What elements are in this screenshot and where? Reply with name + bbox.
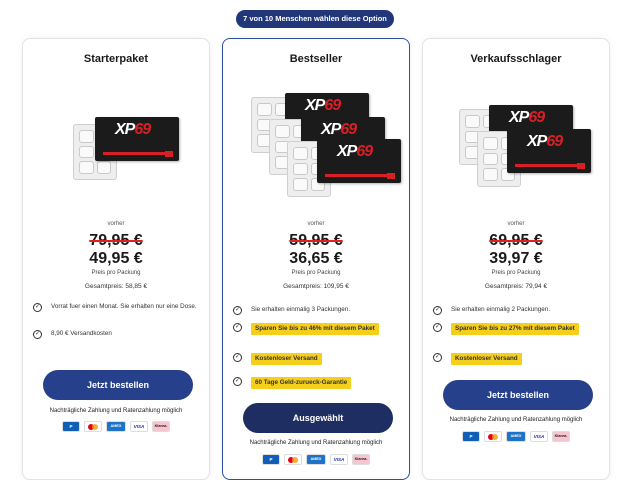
feature-item: ✓ Kostenloser Versand	[233, 353, 399, 365]
feature-item: ✓ Sparen Sie bis zu 46% mit diesem Paket	[233, 323, 399, 335]
package-title: Bestseller	[289, 53, 343, 65]
mastercard-icon	[484, 431, 502, 442]
check-icon: ✓	[233, 353, 242, 362]
old-price: 69,95 €	[489, 232, 543, 249]
price-per-pack-label: Preis pro Packung	[91, 270, 141, 276]
old-price: 79,95 €	[89, 232, 143, 249]
payment-note: Nachträgliche Zahlung und Ratenzahlung m…	[249, 440, 383, 446]
feature-item: ✓ 8,90 € Versandkosten	[33, 330, 112, 339]
feature-item: ✓ Vorrat fuer einen Monat. Sie erhalten …	[33, 303, 197, 312]
order-button[interactable]: Jetzt bestellen	[443, 380, 593, 410]
price-per-pack-label: Preis pro Packung	[491, 270, 541, 276]
new-price: 36,65 €	[289, 250, 343, 267]
old-price: 59,95 €	[289, 232, 343, 249]
package-title: Verkaufsschlager	[470, 53, 562, 65]
new-price: 39,97 €	[489, 250, 543, 267]
mastercard-icon	[84, 421, 102, 432]
payment-icons: P AMEX VISA Klarna.	[423, 431, 609, 442]
check-icon: ✓	[233, 323, 242, 332]
previous-price-label: vorher	[107, 221, 125, 227]
klarna-icon: Klarna.	[352, 454, 370, 465]
amex-icon: AMEX	[506, 431, 526, 442]
feature-item: ✓ Sie erhalten einmalig 3 Packungen.	[233, 306, 351, 315]
visa-icon: VISA	[130, 421, 148, 432]
payment-note: Nachträgliche Zahlung und Ratenzahlung m…	[49, 408, 183, 414]
visa-icon: VISA	[330, 454, 348, 465]
paypal-icon: P	[462, 431, 480, 442]
package-card-bestseller: Bestseller XP69 XP69 XP69 vorher 59,95 €…	[222, 38, 410, 480]
product-image: XP69 XP69	[423, 79, 609, 219]
new-price: 49,95 €	[89, 250, 143, 267]
check-icon: ✓	[33, 330, 42, 339]
check-icon: ✓	[433, 306, 442, 315]
feature-item: ✓ 60 Tage Geld-zurueck-Garantie	[233, 377, 399, 389]
package-card-verkaufsschlager: Verkaufsschlager XP69 XP69 vorher 69,95 …	[422, 38, 610, 480]
amex-icon: AMEX	[106, 421, 126, 432]
feature-item: ✓ Kostenloser Versand	[433, 353, 599, 365]
order-button[interactable]: Jetzt bestellen	[43, 370, 193, 400]
product-image: XP69	[23, 79, 209, 219]
price-per-pack-label: Preis pro Packung	[291, 270, 341, 276]
check-icon: ✓	[33, 303, 42, 312]
previous-price-label: vorher	[307, 221, 325, 227]
check-icon: ✓	[433, 353, 442, 362]
visa-icon: VISA	[530, 431, 548, 442]
package-card-starter: Starterpaket XP69 vorher 79,95 € 49,95 €…	[22, 38, 210, 480]
popular-option-banner: 7 von 10 Menschen wählen diese Option	[236, 10, 394, 28]
check-icon: ✓	[233, 306, 242, 315]
product-box: XP69	[95, 117, 179, 161]
payment-note: Nachträgliche Zahlung und Ratenzahlung m…	[449, 417, 583, 423]
paypal-icon: P	[262, 454, 280, 465]
total-price: Gesamtpreis: 109,95 €	[283, 283, 349, 290]
check-icon: ✓	[433, 323, 442, 332]
payment-icons: P AMEX VISA Klarna.	[23, 421, 209, 432]
total-price: Gesamtpreis: 79,94 €	[484, 283, 548, 290]
payment-icons: P AMEX VISA Klarna.	[223, 454, 409, 465]
check-icon: ✓	[233, 377, 242, 386]
product-image: XP69 XP69 XP69	[223, 79, 409, 219]
feature-item: ✓ Sie erhalten einmalig 2 Packungen.	[433, 306, 551, 315]
feature-item: ✓ Sparen Sie bis zu 27% mit diesem Paket	[433, 323, 599, 335]
klarna-icon: Klarna.	[152, 421, 170, 432]
total-price: Gesamtpreis: 58,85 €	[84, 283, 148, 290]
selected-button[interactable]: Ausgewählt	[243, 403, 393, 433]
package-title: Starterpaket	[83, 53, 149, 65]
mastercard-icon	[284, 454, 302, 465]
klarna-icon: Klarna.	[552, 431, 570, 442]
product-box: XP69	[507, 129, 591, 173]
product-box: XP69	[317, 139, 401, 183]
paypal-icon: P	[62, 421, 80, 432]
amex-icon: AMEX	[306, 454, 326, 465]
previous-price-label: vorher	[507, 221, 525, 227]
